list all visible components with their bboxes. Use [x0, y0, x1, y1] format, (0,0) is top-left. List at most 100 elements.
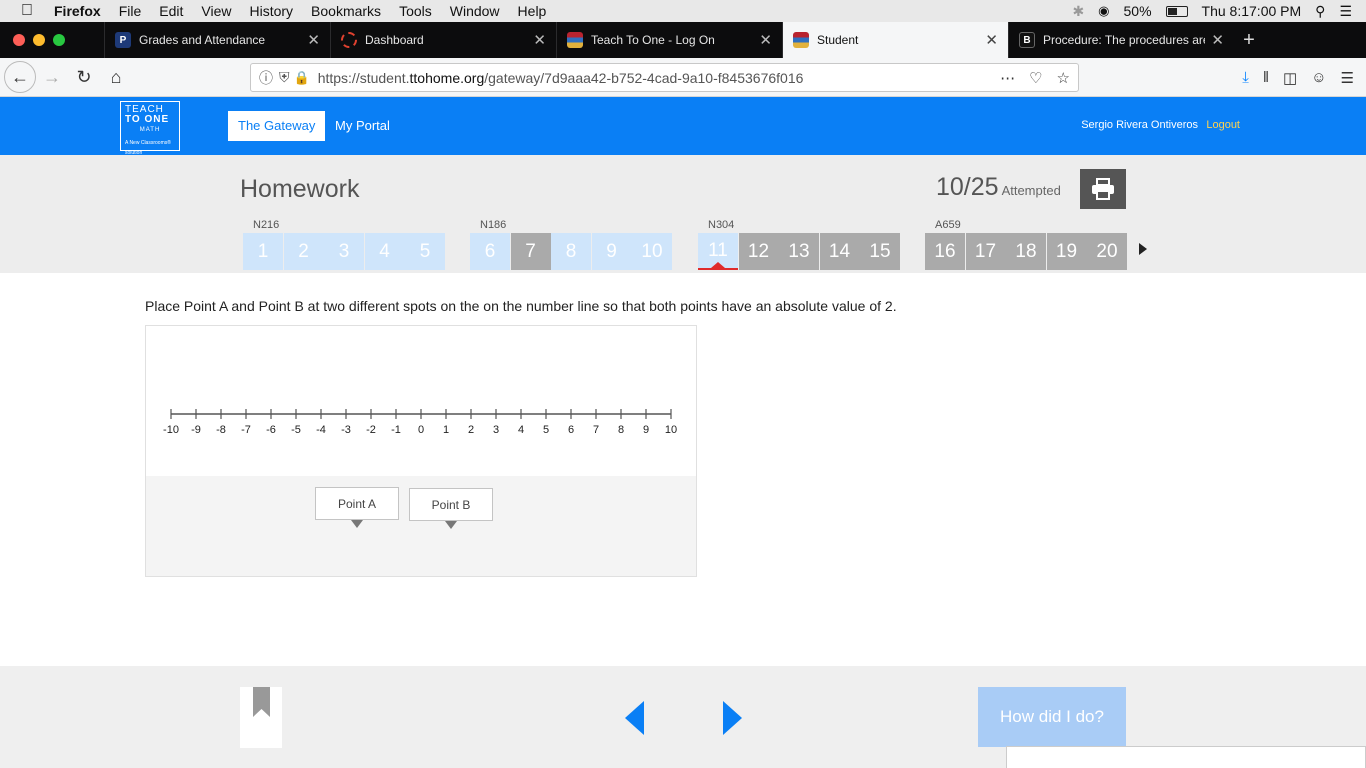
- tracking-shield-icon[interactable]: ⛨: [279, 69, 290, 86]
- teach-to-one-logo[interactable]: TEACH TO ONE MATH A New Classrooms® solu…: [120, 101, 180, 156]
- question-button-18[interactable]: 18: [1006, 233, 1046, 270]
- nav-my-portal[interactable]: My Portal: [325, 111, 400, 141]
- question-prompt: Place Point A and Point B at two differe…: [145, 298, 897, 314]
- menu-file[interactable]: File: [110, 3, 151, 19]
- notification-center-icon[interactable]: ☰: [1339, 3, 1352, 20]
- number-line[interactable]: -10 -9 -8 -7 -6 -5 -4 -3 -2 -1 0 1 2 3 4 5 6 7 8 9 10: [146, 326, 696, 476]
- tick-label: -7: [241, 424, 251, 436]
- powerschool-favicon-icon: P: [115, 32, 131, 48]
- question-group-n216: N216 1 2 3 4 5: [243, 219, 446, 270]
- tab-procedure[interactable]: B Procedure: The procedures are ✕: [1008, 22, 1234, 58]
- question-button-7[interactable]: 7: [510, 233, 551, 270]
- tick-label: 6: [568, 424, 574, 436]
- hamburger-menu-icon[interactable]: ☰: [1341, 69, 1354, 87]
- question-button-12[interactable]: 12: [738, 233, 779, 270]
- question-group-n186: N186 6 7 8 9 10: [470, 219, 673, 270]
- close-window-button[interactable]: [13, 34, 25, 46]
- menu-window[interactable]: Window: [441, 3, 509, 19]
- menu-tools[interactable]: Tools: [390, 3, 441, 19]
- question-button-4[interactable]: 4: [364, 233, 405, 270]
- user-name: Sergio Rivera Ontiveros: [1081, 119, 1198, 131]
- question-button-2[interactable]: 2: [283, 233, 324, 270]
- tab-student[interactable]: Student ✕: [782, 22, 1008, 58]
- group-code: A659: [935, 219, 961, 231]
- close-tab-icon[interactable]: ✕: [307, 31, 320, 49]
- question-button-13[interactable]: 13: [779, 233, 819, 270]
- page-title: Homework: [240, 175, 360, 203]
- more-questions-arrow-icon[interactable]: [1139, 243, 1147, 255]
- bookmark-button[interactable]: [240, 687, 282, 748]
- tab-dashboard[interactable]: Dashboard ✕: [330, 22, 556, 58]
- new-tab-plus-icon[interactable]: +: [1234, 22, 1264, 58]
- question-button-6[interactable]: 6: [470, 233, 510, 270]
- wifi-icon[interactable]: ◉: [1098, 3, 1109, 19]
- os-menubar:  Firefox File Edit View History Bookmar…: [0, 0, 1366, 22]
- apple-icon[interactable]: : [0, 2, 54, 20]
- clock[interactable]: Thu 8:17:00 PM: [1202, 3, 1302, 19]
- point-b-draggable[interactable]: Point B: [409, 488, 493, 529]
- tick-label: 5: [543, 424, 549, 436]
- next-question-arrow-icon[interactable]: [723, 701, 742, 735]
- tab-teach-to-one-logon[interactable]: Teach To One - Log On ✕: [556, 22, 782, 58]
- battery-percent: 50%: [1123, 3, 1152, 19]
- question-button-14[interactable]: 14: [819, 233, 860, 270]
- battery-icon[interactable]: [1165, 5, 1188, 17]
- question-button-16[interactable]: 16: [925, 233, 965, 270]
- sidebar-icon[interactable]: ◫: [1283, 69, 1297, 87]
- menu-app-name[interactable]: Firefox: [54, 3, 110, 19]
- tick-label: -9: [191, 424, 201, 436]
- question-button-20[interactable]: 20: [1087, 233, 1127, 270]
- page-actions-icon[interactable]: ⋯: [1000, 69, 1015, 87]
- question-button-9[interactable]: 9: [591, 233, 632, 270]
- how-did-i-do-button[interactable]: How did I do?: [978, 687, 1126, 747]
- tab-grades-and-attendance[interactable]: P Grades and Attendance ✕: [104, 22, 330, 58]
- address-bar[interactable]: ⓘ ⛨ 🔒 https://student. ttohome.org/gatewa…: [250, 63, 1079, 92]
- nav-the-gateway[interactable]: The Gateway: [228, 111, 326, 141]
- question-button-10[interactable]: 10: [632, 233, 672, 270]
- menu-bookmarks[interactable]: Bookmarks: [302, 3, 390, 19]
- question-button-19[interactable]: 19: [1046, 233, 1087, 270]
- tick-label: 10: [665, 424, 677, 436]
- close-tab-icon[interactable]: ✕: [759, 31, 772, 49]
- pocket-icon[interactable]: ♡: [1029, 69, 1042, 87]
- question-button-15[interactable]: 15: [860, 233, 900, 270]
- account-icon[interactable]: ☺: [1311, 69, 1326, 86]
- home-icon[interactable]: ⌂: [100, 61, 132, 93]
- question-button-1[interactable]: 1: [243, 233, 283, 270]
- zoom-window-button[interactable]: [53, 34, 65, 46]
- bookmark-star-icon[interactable]: ☆: [1057, 69, 1070, 87]
- tick-label: -4: [316, 424, 326, 436]
- tab-label: Student: [817, 33, 859, 47]
- close-tab-icon[interactable]: ✕: [533, 31, 546, 49]
- library-icon[interactable]: ‖: [1263, 69, 1269, 86]
- question-button-3[interactable]: 3: [324, 233, 364, 270]
- info-icon[interactable]: ⓘ: [259, 68, 273, 88]
- tab-label: Teach To One - Log On: [591, 33, 715, 47]
- back-arrow-icon[interactable]: ←: [4, 61, 36, 93]
- print-button[interactable]: [1080, 169, 1126, 209]
- forward-arrow-icon[interactable]: →: [36, 61, 68, 93]
- bluetooth-icon[interactable]: ✱: [1072, 3, 1084, 20]
- previous-question-arrow-icon[interactable]: [625, 701, 644, 735]
- close-tab-icon[interactable]: ✕: [985, 31, 998, 49]
- minimize-window-button[interactable]: [33, 34, 45, 46]
- question-button-5[interactable]: 5: [405, 233, 445, 270]
- teach-to-one-favicon-icon: [567, 32, 583, 48]
- menu-view[interactable]: View: [192, 3, 240, 19]
- menu-history[interactable]: History: [240, 3, 302, 19]
- reload-icon[interactable]: ↻: [68, 61, 100, 93]
- point-a-draggable[interactable]: Point A: [315, 487, 399, 528]
- lock-icon[interactable]: 🔒: [294, 70, 310, 86]
- menu-help[interactable]: Help: [509, 3, 556, 19]
- window-controls: [0, 22, 104, 58]
- question-group-n304: N304 11 12 13 14 15: [698, 219, 901, 270]
- downloads-icon[interactable]: ⤓: [1242, 69, 1249, 86]
- menu-edit[interactable]: Edit: [150, 3, 192, 19]
- brainly-favicon-icon: B: [1019, 32, 1035, 48]
- question-button-11[interactable]: 11: [698, 233, 738, 270]
- logout-link[interactable]: Logout: [1206, 119, 1240, 131]
- spotlight-search-icon[interactable]: ⚲: [1315, 3, 1325, 20]
- question-button-17[interactable]: 17: [965, 233, 1006, 270]
- question-button-8[interactable]: 8: [551, 233, 591, 270]
- close-tab-icon[interactable]: ✕: [1211, 31, 1224, 49]
